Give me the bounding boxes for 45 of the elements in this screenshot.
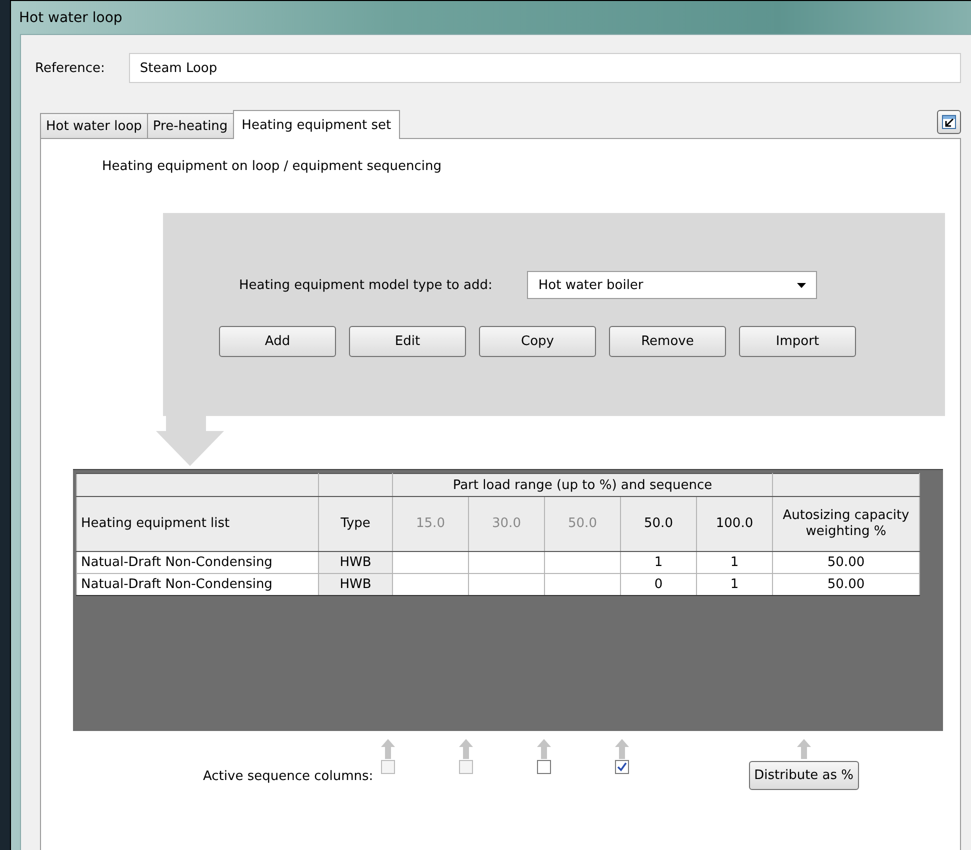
table-cell: 1 — [620, 552, 696, 574]
checkbox[interactable] — [537, 760, 552, 774]
column-header: 15.0 — [392, 496, 468, 552]
tab[interactable]: Hot water loop — [40, 113, 148, 138]
window-title: Hot water loop — [19, 10, 122, 26]
column-header: 100.0 — [696, 496, 772, 552]
column-header: Heating equipment list — [76, 496, 318, 552]
dropdown-caret-icon — [797, 282, 806, 288]
up-arrow-icon — [537, 739, 552, 759]
action-button[interactable]: Add — [219, 326, 336, 357]
distribute-button[interactable]: Distribute as % — [749, 761, 859, 790]
action-button[interactable]: Copy — [479, 326, 596, 357]
column-header: Autosizing capacity weighting % — [772, 496, 920, 552]
column-header: 50.0 — [544, 496, 620, 552]
up-arrow-icon — [381, 739, 396, 759]
reference-label: Reference: — [35, 60, 105, 76]
tab[interactable]: Pre-heating — [146, 113, 234, 138]
header-cell: Part load range (up to %) and sequence — [392, 474, 772, 496]
section-caption: Heating equipment on loop / equipment sequencing — [102, 159, 443, 174]
reference-field[interactable]: Steam Loop — [128, 53, 961, 83]
model-type-dropdown[interactable]: Hot water boiler — [527, 271, 818, 299]
table-cell: Natual-Draft Non-Condensing — [76, 574, 318, 596]
table-cell: 1 — [696, 574, 772, 596]
resize-button[interactable] — [937, 110, 961, 134]
up-arrow-icon — [615, 739, 630, 759]
model-type-label: Heating equipment model type to add: — [239, 278, 492, 292]
table-cell: 50.00 — [772, 574, 920, 596]
table-cell: HWB — [318, 552, 392, 574]
table-cell: HWB — [318, 574, 392, 596]
arrow-icon — [942, 115, 956, 129]
up-arrow-icon — [796, 739, 811, 759]
column-header: 50.0 — [620, 496, 696, 552]
up-arrow-icon — [459, 739, 474, 759]
action-button[interactable]: Edit — [349, 326, 466, 357]
column-header: 30.0 — [468, 496, 544, 552]
column-header: Type — [318, 496, 392, 552]
action-button[interactable]: Remove — [609, 326, 726, 357]
tab[interactable]: Heating equipment set — [232, 110, 400, 139]
table-cell: Natual-Draft Non-Condensing — [76, 552, 318, 574]
table-cell: 50.00 — [772, 552, 920, 574]
active-columns-label: Active sequence columns: — [203, 769, 374, 784]
table-cell: 0 — [620, 574, 696, 596]
checkbox[interactable] — [615, 760, 630, 774]
action-button[interactable]: Import — [739, 326, 856, 357]
table-cell: 1 — [696, 552, 772, 574]
